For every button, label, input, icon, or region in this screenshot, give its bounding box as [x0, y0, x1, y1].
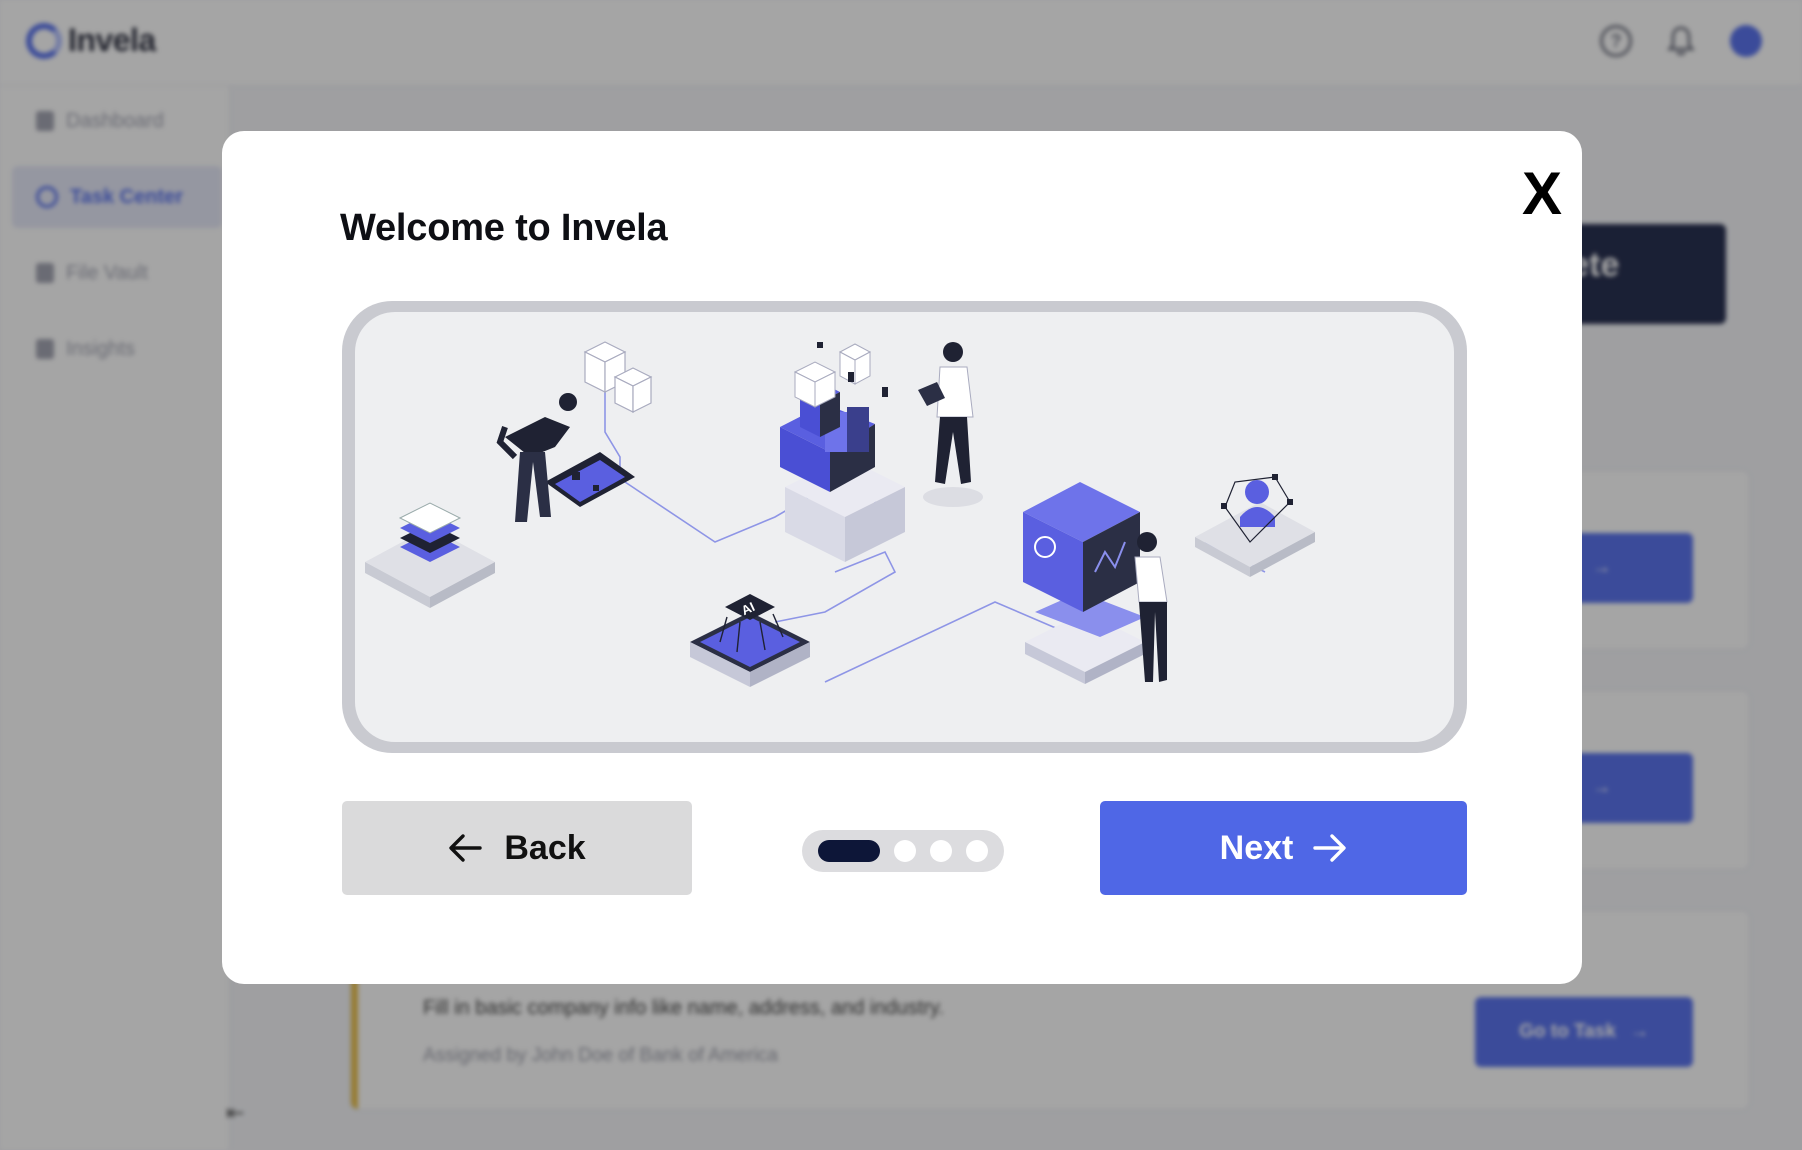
modal-title: Welcome to Invela	[340, 207, 668, 249]
close-button[interactable]: X	[1507, 159, 1577, 229]
back-button-label: Back	[504, 828, 586, 867]
step-dot-4[interactable]	[966, 840, 988, 862]
back-button[interactable]: Back	[342, 801, 692, 895]
arrow-right-icon	[1313, 834, 1347, 862]
arrow-left-icon	[449, 834, 483, 862]
next-button-label: Next	[1219, 828, 1294, 867]
welcome-modal: X Welcome to Invela AI Back Next	[222, 131, 1582, 984]
step-dot-2[interactable]	[894, 840, 916, 862]
step-dot-3[interactable]	[930, 840, 952, 862]
step-indicator	[802, 830, 1004, 872]
illustration-frame: AI	[342, 301, 1467, 753]
isometric-illustration-svg: AI	[365, 341, 1315, 687]
step-dot-1[interactable]	[818, 840, 880, 862]
next-button[interactable]: Next	[1100, 801, 1467, 895]
onboarding-illustration: AI	[355, 312, 1454, 742]
